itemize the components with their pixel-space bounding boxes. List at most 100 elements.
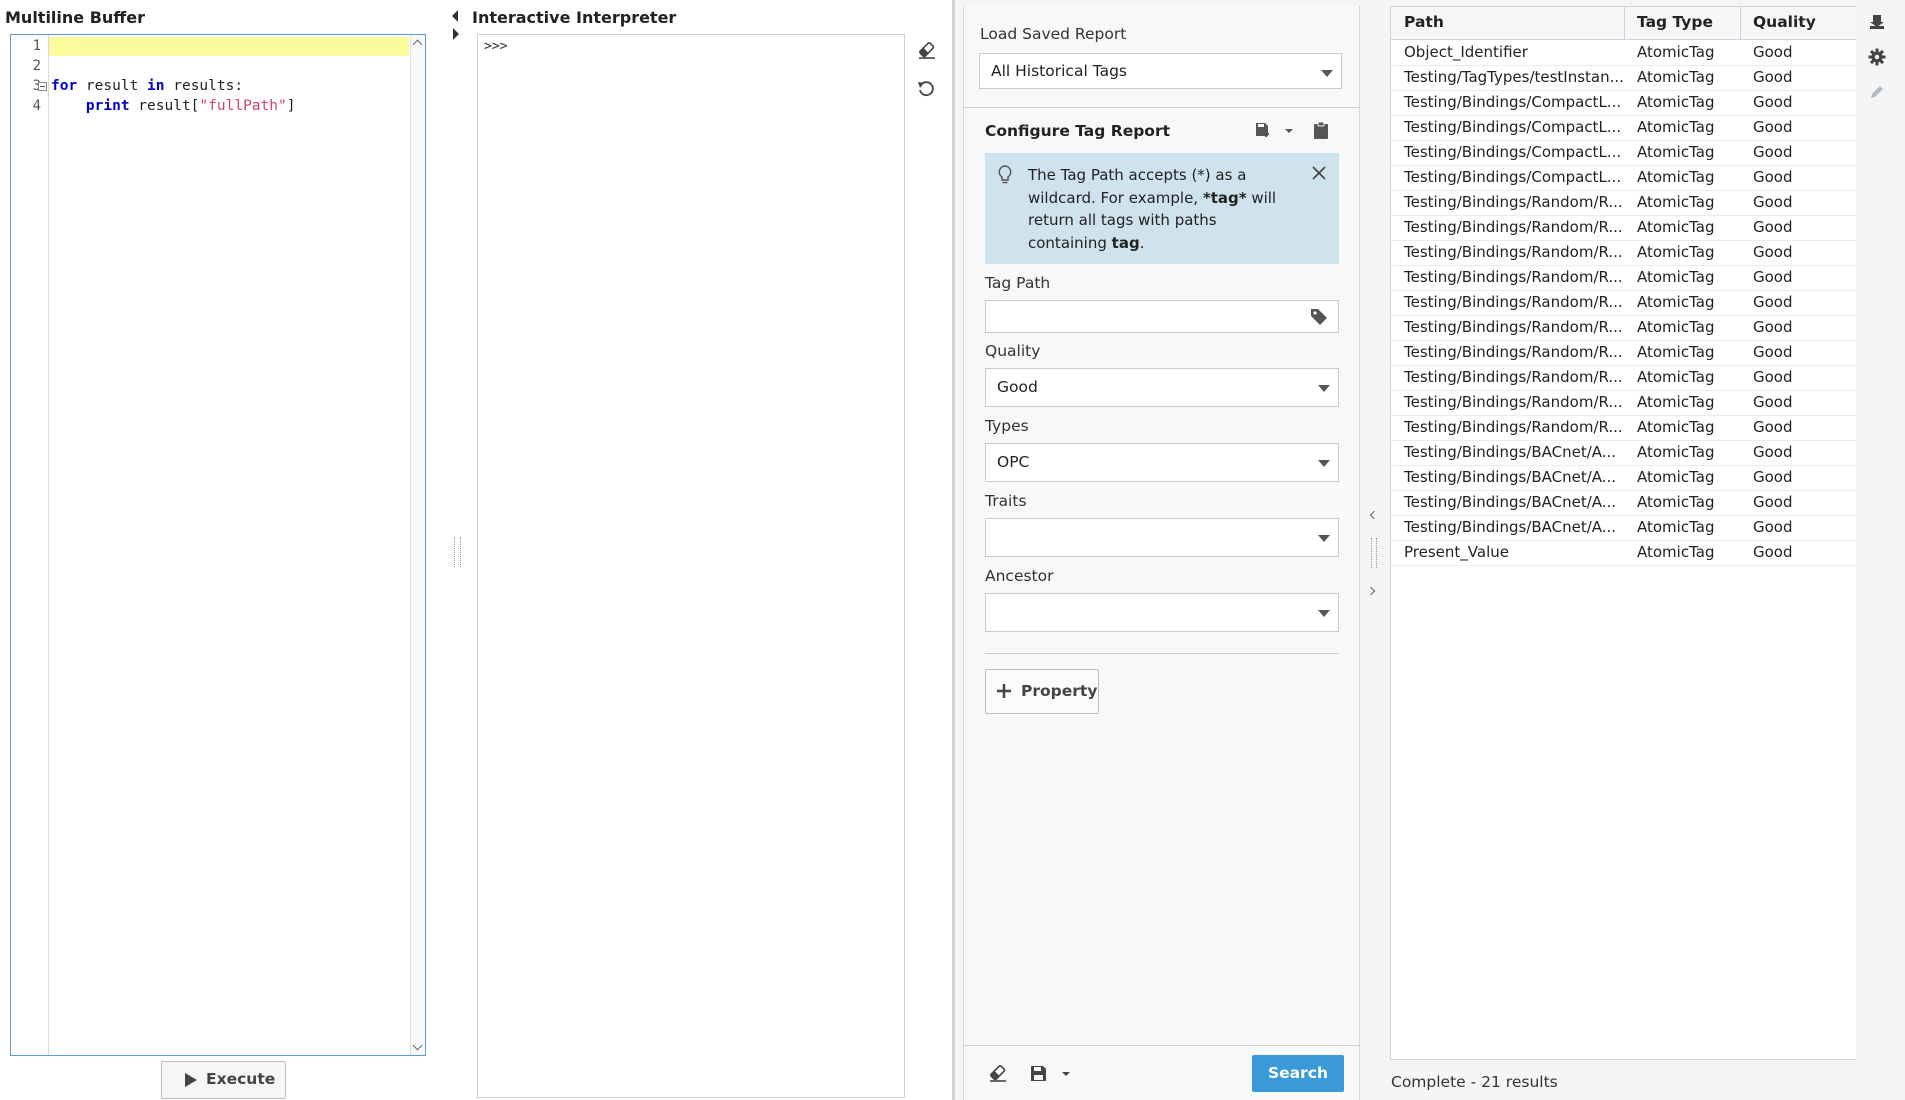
line-number-gutter: 1 2 3 4	[11, 35, 49, 1055]
property-label: Property	[1021, 682, 1098, 700]
table-row[interactable]: Testing/Bindings/BACnet/A... AtomicTag Goo…	[1391, 515, 1856, 541]
table-row[interactable]: Testing/Bindings/BACnet/A... AtomicTag Goo…	[1391, 440, 1856, 466]
table-header: Path Tag Type Quality	[1391, 7, 1856, 40]
cell-path: Testing/Bindings/Random/R...	[1404, 268, 1623, 286]
execute-label: Execute	[206, 1070, 276, 1088]
cell-path: Testing/Bindings/BACnet/A...	[1404, 468, 1617, 486]
cell-tag-type: AtomicTag	[1637, 493, 1715, 511]
cell-tag-type: AtomicTag	[1637, 118, 1715, 136]
clipboard-icon[interactable]	[1313, 121, 1329, 139]
code-editor[interactable]: 1 2 3 4 for result in results: print res…	[10, 34, 426, 1056]
column-divider[interactable]	[1624, 7, 1625, 39]
cell-quality: Good	[1753, 368, 1793, 386]
table-row[interactable]: Testing/Bindings/Random/R... AtomicTag Goo…	[1391, 290, 1856, 316]
chevron-down-icon	[1318, 385, 1330, 392]
gear-icon[interactable]	[1868, 48, 1886, 66]
table-row[interactable]: Object_Identifier AtomicTag Good	[1391, 40, 1856, 66]
tag-path-label: Tag Path	[985, 274, 1051, 292]
cell-path: Testing/TagTypes/testInstan...	[1404, 68, 1624, 86]
table-row[interactable]: Testing/Bindings/Random/R... AtomicTag Goo…	[1391, 190, 1856, 216]
editor-scrollbar[interactable]	[410, 35, 425, 1055]
search-label: Search	[1267, 1064, 1328, 1082]
cell-tag-type: AtomicTag	[1637, 318, 1715, 336]
code-line: print result["fullPath"]	[85, 98, 296, 114]
table-row[interactable]: Testing/TagTypes/testInstan... AtomicTag G…	[1391, 65, 1856, 91]
table-row[interactable]: Testing/Bindings/CompactL... AtomicTag Goo…	[1391, 90, 1856, 116]
table-row[interactable]: Testing/Bindings/CompactL... AtomicTag Goo…	[1391, 140, 1856, 166]
cell-path: Testing/Bindings/BACnet/A...	[1404, 518, 1617, 536]
execute-button[interactable]: Execute	[161, 1061, 286, 1099]
scroll-up-icon[interactable]	[412, 39, 423, 50]
interpreter-console[interactable]: >>>	[477, 34, 905, 1098]
expand-right-arrow-icon[interactable]	[453, 28, 459, 40]
cell-tag-type: AtomicTag	[1637, 443, 1715, 461]
collapse-left-arrow-icon[interactable]	[452, 10, 458, 22]
results-table[interactable]: Path Tag Type Quality Object_Identifier A…	[1390, 6, 1857, 1060]
eraser-icon[interactable]	[917, 41, 937, 59]
cell-quality: Good	[1753, 518, 1793, 536]
table-row[interactable]: Testing/Bindings/CompactL... AtomicTag Goo…	[1391, 115, 1856, 141]
cell-quality: Good	[1753, 218, 1793, 236]
cell-tag-type: AtomicTag	[1637, 43, 1715, 61]
cell-tag-type: AtomicTag	[1637, 143, 1715, 161]
tag-path-input[interactable]	[985, 300, 1339, 333]
table-row[interactable]: Testing/Bindings/Random/R... AtomicTag Goo…	[1391, 315, 1856, 341]
table-row[interactable]: Testing/Bindings/BACnet/A... AtomicTag Goo…	[1391, 490, 1856, 516]
splitter-handle[interactable]	[454, 537, 461, 567]
types-select[interactable]: OPC	[985, 443, 1339, 482]
table-row[interactable]: Testing/Bindings/CompactL... AtomicTag Goo…	[1391, 165, 1856, 191]
current-line-highlight	[49, 37, 409, 56]
column-header-path[interactable]: Path	[1404, 13, 1444, 31]
table-row[interactable]: Testing/Bindings/Random/R... AtomicTag Goo…	[1391, 415, 1856, 441]
chevron-down-icon	[1318, 535, 1330, 542]
splitter-handle[interactable]	[1371, 538, 1377, 568]
table-row[interactable]: Testing/Bindings/Random/R... AtomicTag Goo…	[1391, 240, 1856, 266]
pencil-icon[interactable]	[1869, 84, 1885, 100]
column-header-tag-type[interactable]: Tag Type	[1637, 13, 1713, 31]
search-button[interactable]: Search	[1252, 1055, 1344, 1092]
tag-icon[interactable]	[1310, 308, 1328, 326]
cell-tag-type: AtomicTag	[1637, 343, 1715, 361]
table-row[interactable]: Testing/Bindings/Random/R... AtomicTag Goo…	[1391, 215, 1856, 241]
cell-quality: Good	[1753, 68, 1793, 86]
results-status: Complete - 21 results	[1391, 1073, 1558, 1091]
column-divider[interactable]	[1740, 7, 1741, 39]
add-property-button[interactable]: Property	[985, 669, 1099, 714]
cell-quality: Good	[1753, 293, 1793, 311]
save-icon[interactable]	[1030, 1065, 1047, 1082]
line-number: 2	[32, 58, 41, 74]
table-row[interactable]: Testing/Bindings/Random/R... AtomicTag Goo…	[1391, 390, 1856, 416]
cell-tag-type: AtomicTag	[1637, 293, 1715, 311]
eraser-icon[interactable]	[988, 1064, 1008, 1082]
cell-path: Testing/Bindings/CompactL...	[1404, 118, 1622, 136]
scroll-down-icon[interactable]	[412, 1040, 423, 1051]
cell-tag-type: AtomicTag	[1637, 68, 1715, 86]
reset-icon[interactable]	[917, 80, 935, 98]
export-icon[interactable]	[1868, 13, 1886, 31]
cell-quality: Good	[1753, 193, 1793, 211]
load-saved-report-select[interactable]: All Historical Tags	[979, 53, 1342, 89]
quality-select[interactable]: Good	[985, 368, 1339, 407]
save-options-chevron-icon[interactable]	[1062, 1072, 1070, 1076]
fold-toggle-icon[interactable]	[38, 82, 47, 91]
close-icon[interactable]	[1312, 166, 1326, 180]
cell-quality: Good	[1753, 543, 1793, 561]
table-row[interactable]: Testing/Bindings/BACnet/A... AtomicTag Goo…	[1391, 465, 1856, 491]
chevron-down-icon	[1318, 460, 1330, 467]
traits-select[interactable]	[985, 518, 1339, 557]
cell-path: Testing/Bindings/Random/R...	[1404, 193, 1623, 211]
table-row[interactable]: Testing/Bindings/Random/R... AtomicTag Goo…	[1391, 340, 1856, 366]
save-report-icon[interactable]	[1254, 121, 1272, 139]
panel-divider	[952, 0, 955, 1100]
chevron-down-icon	[1318, 610, 1330, 617]
table-row[interactable]: Testing/Bindings/Random/R... AtomicTag Goo…	[1391, 265, 1856, 291]
line-number: 4	[32, 98, 41, 114]
table-row[interactable]: Present_Value AtomicTag Good	[1391, 540, 1856, 566]
interpreter-title: Interactive Interpreter	[472, 8, 677, 27]
ancestor-select[interactable]	[985, 593, 1339, 632]
save-options-chevron-icon[interactable]	[1285, 129, 1293, 133]
column-header-quality[interactable]: Quality	[1753, 13, 1816, 31]
load-saved-report-value: All Historical Tags	[991, 62, 1127, 80]
play-icon	[185, 1073, 197, 1087]
table-row[interactable]: Testing/Bindings/Random/R... AtomicTag Goo…	[1391, 365, 1856, 391]
